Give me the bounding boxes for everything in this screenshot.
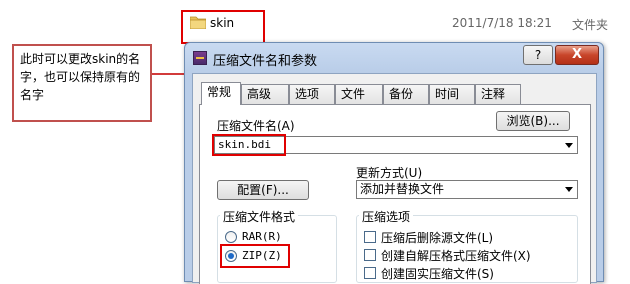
file-type: 文件夹: [572, 18, 609, 32]
winrar-icon: [193, 51, 207, 65]
tab-advanced[interactable]: 高级: [241, 84, 289, 104]
sfx-checkbox[interactable]: [364, 249, 376, 261]
format-group-title: 压缩文件格式: [220, 208, 299, 225]
chevron-down-icon[interactable]: [565, 187, 573, 192]
file-row-skin[interactable]: skin 2011/7/18 18:21 文件夹: [178, 8, 630, 44]
update-mode-value: 添加并替换文件: [360, 182, 445, 196]
tab-options[interactable]: 选项: [289, 84, 335, 104]
zip-highlight-box: [220, 244, 290, 268]
dialog-titlebar[interactable]: 压缩文件名和参数 ? X: [185, 43, 603, 73]
help-button[interactable]: ?: [523, 45, 553, 65]
archive-dialog: 压缩文件名和参数 ? X 常规 高级 选项 文件 备份 时间 注释 压缩文件名(…: [184, 42, 604, 284]
file-date: 2011/7/18 18:21: [452, 16, 552, 30]
delete-after-label: 压缩后删除源文件(L): [381, 231, 494, 245]
tab-general[interactable]: 常规: [201, 82, 241, 105]
archive-name-label: 压缩文件名(A): [217, 119, 295, 133]
solid-checkbox[interactable]: [364, 267, 376, 279]
browse-button[interactable]: 浏览(B)...: [496, 111, 570, 131]
tab-panel-general: 压缩文件名(A) 浏览(B)... skin.bdi 更新方式(U) 添加并替换…: [199, 104, 591, 284]
folder-highlight-box: [181, 10, 265, 44]
delete-after-checkbox[interactable]: [364, 231, 376, 243]
dialog-title: 压缩文件名和参数: [213, 54, 318, 69]
close-button[interactable]: X: [555, 45, 599, 65]
rar-radio[interactable]: [225, 231, 237, 243]
options-group-title: 压缩选项: [359, 208, 414, 225]
dialog-client: 常规 高级 选项 文件 备份 时间 注释 压缩文件名(A) 浏览(B)... s…: [192, 73, 597, 284]
tab-backup[interactable]: 备份: [383, 84, 429, 104]
tab-time[interactable]: 时间: [429, 84, 475, 104]
chevron-down-icon[interactable]: [565, 143, 573, 148]
tab-files[interactable]: 文件: [335, 84, 383, 104]
update-mode-select[interactable]: 添加并替换文件: [356, 180, 578, 199]
rar-label: RAR(R): [242, 230, 282, 243]
solid-label: 创建固实压缩文件(S): [381, 267, 494, 281]
sfx-label: 创建自解压格式压缩文件(X): [381, 249, 531, 263]
update-mode-label: 更新方式(U): [356, 166, 423, 180]
annotation-callout: 此时可以更改skin的名字，也可以保持原有的名字: [12, 44, 152, 122]
config-button[interactable]: 配置(F)...: [217, 180, 309, 200]
filename-highlight-box: [212, 134, 286, 156]
tab-comment[interactable]: 注释: [475, 84, 521, 104]
